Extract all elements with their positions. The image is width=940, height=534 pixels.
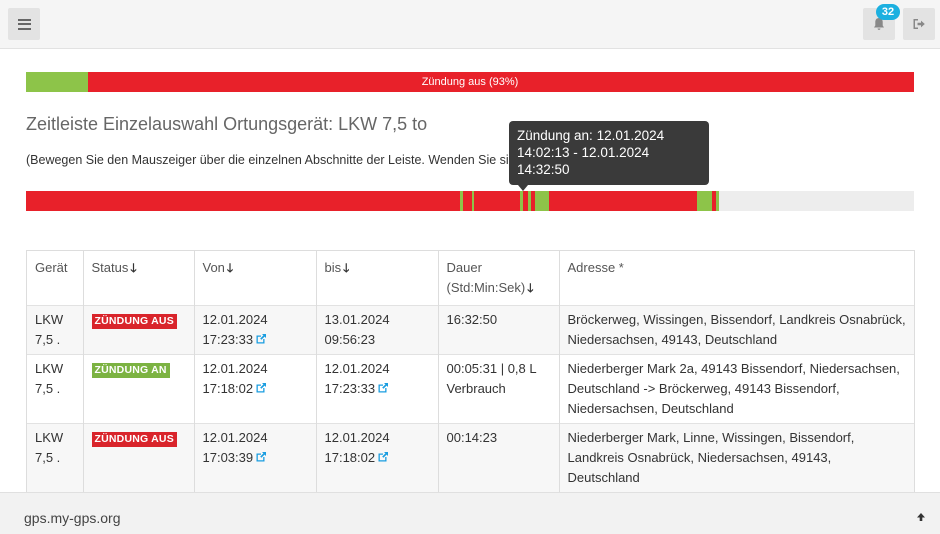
address-text: Niederberger Mark 2a, 49143 Bissendorf, … [567,361,900,416]
cell-device: LKW 7,5 . [27,354,84,424]
cell-device: LKW 7,5 . [27,423,84,492]
from-time: 17:23:33 [202,332,254,347]
to-date: 12.01.2024 [324,361,390,376]
duration-value: 16:32:50 [446,312,498,327]
cell-address: Niederberger Mark 2a, 49143 Bissendorf, … [559,354,914,424]
ignition-summary-label: Zündung aus (93%) [421,76,519,88]
timeline-segment-an[interactable] [715,191,719,211]
cell-to: 13.01.2024 09:56:23 [316,305,439,355]
to-time: 09:56:23 [324,332,376,347]
from-time: 17:18:02 [202,381,254,396]
external-link-icon[interactable] [255,451,267,463]
cell-address: Bröckerweg, Wissingen, Bissendorf, Landk… [559,305,914,355]
tooltip-arrow [518,185,528,191]
cell-status: ZÜNDUNG AUS [83,305,195,355]
notifications-count-badge[interactable]: 32 [876,4,900,20]
timeline-segment-aus[interactable] [473,191,520,211]
hamburger-icon [17,18,31,30]
cell-to: 12.01.2024 17:18:02 [316,423,439,492]
table-header-row: Gerät Status 🡓 Von 🡓 bis 🡓 Dauer (Std:Min:Se… [27,251,914,306]
timeline-segment-aus[interactable] [549,191,698,211]
to-date: 13.01.2024 [324,312,390,327]
ignition-summary-bar: Zündung aus (93%) [26,72,914,92]
cell-from: 12.01.2024 17:18:02 [194,354,317,424]
device-name-suffix: 7,5 . [35,332,61,347]
table-row: LKW 7,5 . ZÜNDUNG AN 12.01.2024 17:18:02 12.0… [27,354,914,424]
sort-arrow-down-icon[interactable]: 🡓 [527,281,533,295]
external-link-icon[interactable] [255,382,267,394]
table-row: LKW 7,5 . ZÜNDUNG AUS 12.01.2024 17:03:39 12.… [27,423,914,492]
external-link-icon[interactable] [377,382,389,394]
tooltip-line-2: 14:02:13 - 12.01.2024 [517,145,650,160]
duration-value: 00:05:31 | 0,8 L Verbrauch [446,361,537,396]
device-name: LKW [35,312,64,327]
sort-arrow-down-icon[interactable]: 🡓 [227,261,233,275]
tooltip-line-1: Zündung an: 12.01.2024 [517,128,665,143]
arrow-up-icon[interactable] [916,512,926,522]
cell-address: Niederberger Mark, Linne, Wissingen, Bis… [559,423,914,492]
status-badge: ZÜNDUNG AUS [91,314,177,329]
cell-duration: 00:14:23 [438,423,560,492]
column-header-duration-unit: (Std:Min:Sek) [446,280,526,295]
logout-button[interactable] [903,8,935,40]
from-date: 12.01.2024 [202,312,268,327]
address-text: Niederberger Mark, Linne, Wissingen, Bis… [567,430,855,485]
column-header-device-label: Gerät [35,260,68,275]
column-header-status-label: Status [91,260,129,275]
timeline-segment-an[interactable] [534,191,550,211]
footer: gps.my-gps.org [0,492,940,534]
cell-from: 12.01.2024 17:03:39 [194,423,317,492]
timeline-segment-aus[interactable] [462,191,472,211]
column-header-address-label: Adresse * [567,260,624,275]
timeline-segment-aus[interactable] [26,191,461,211]
external-link-icon[interactable] [377,451,389,463]
cell-status: ZÜNDUNG AUS [83,423,195,492]
menu-toggle-button[interactable] [8,8,40,40]
device-name-suffix: 7,5 . [35,450,61,465]
cell-to: 12.01.2024 17:23:33 [316,354,439,424]
status-badge: ZÜNDUNG AUS [91,432,177,447]
external-link-icon[interactable] [255,333,267,345]
from-date: 12.01.2024 [202,430,268,445]
to-time: 17:18:02 [324,450,376,465]
cell-status: ZÜNDUNG AN [83,354,195,424]
device-name: LKW [35,361,64,376]
ignition-table: Gerät Status 🡓 Von 🡓 bis 🡓 Dauer (Std:Min:Se… [26,250,915,492]
to-time: 17:23:33 [324,381,376,396]
top-navbar: 32 [0,0,940,49]
duration-value: 00:14:23 [446,430,498,445]
table-row: LKW 7,5 . ZÜNDUNG AUS 12.01.2024 17:23:33 13.… [27,305,914,355]
ignition-timeline[interactable] [26,191,914,211]
sort-arrow-down-icon[interactable]: 🡓 [130,261,136,275]
address-text: Bröckerweg, Wissingen, Bissendorf, Landk… [567,312,906,347]
column-header-duration-label: Dauer [446,260,482,275]
cell-from: 12.01.2024 17:23:33 [194,305,317,355]
column-header-to[interactable]: bis 🡓 [316,251,439,306]
column-header-to-label: bis [324,260,342,275]
status-badge: ZÜNDUNG AN [91,363,170,378]
page-title: Zeitleiste Einzelauswahl Ortungsgerät: L… [26,114,428,134]
cell-duration: 00:05:31 | 0,8 L Verbrauch [438,354,560,424]
from-date: 12.01.2024 [202,361,268,376]
timeline-segment-an[interactable] [697,191,713,211]
column-header-from[interactable]: Von 🡓 [194,251,317,306]
column-header-from-label: Von [202,260,225,275]
timeline-tooltip: Zündung an: 12.01.2024 14:02:13 - 12.01.… [509,121,709,185]
column-header-address: Adresse * [559,251,914,306]
cell-duration: 16:32:50 [438,305,560,355]
column-header-duration[interactable]: Dauer (Std:Min:Sek) 🡓 [438,251,560,306]
cell-device: LKW 7,5 . [27,305,84,355]
column-header-status[interactable]: Status 🡓 [83,251,195,306]
tooltip-line-3: 14:32:50 [517,162,570,177]
sign-out-icon [913,19,925,29]
sort-arrow-down-icon[interactable]: 🡓 [343,261,349,275]
from-time: 17:03:39 [202,450,254,465]
footer-domain: gps.my-gps.org [24,510,121,526]
device-name: LKW [35,430,64,445]
to-date: 12.01.2024 [324,430,390,445]
device-name-suffix: 7,5 . [35,381,61,396]
column-header-device: Gerät [27,251,84,306]
